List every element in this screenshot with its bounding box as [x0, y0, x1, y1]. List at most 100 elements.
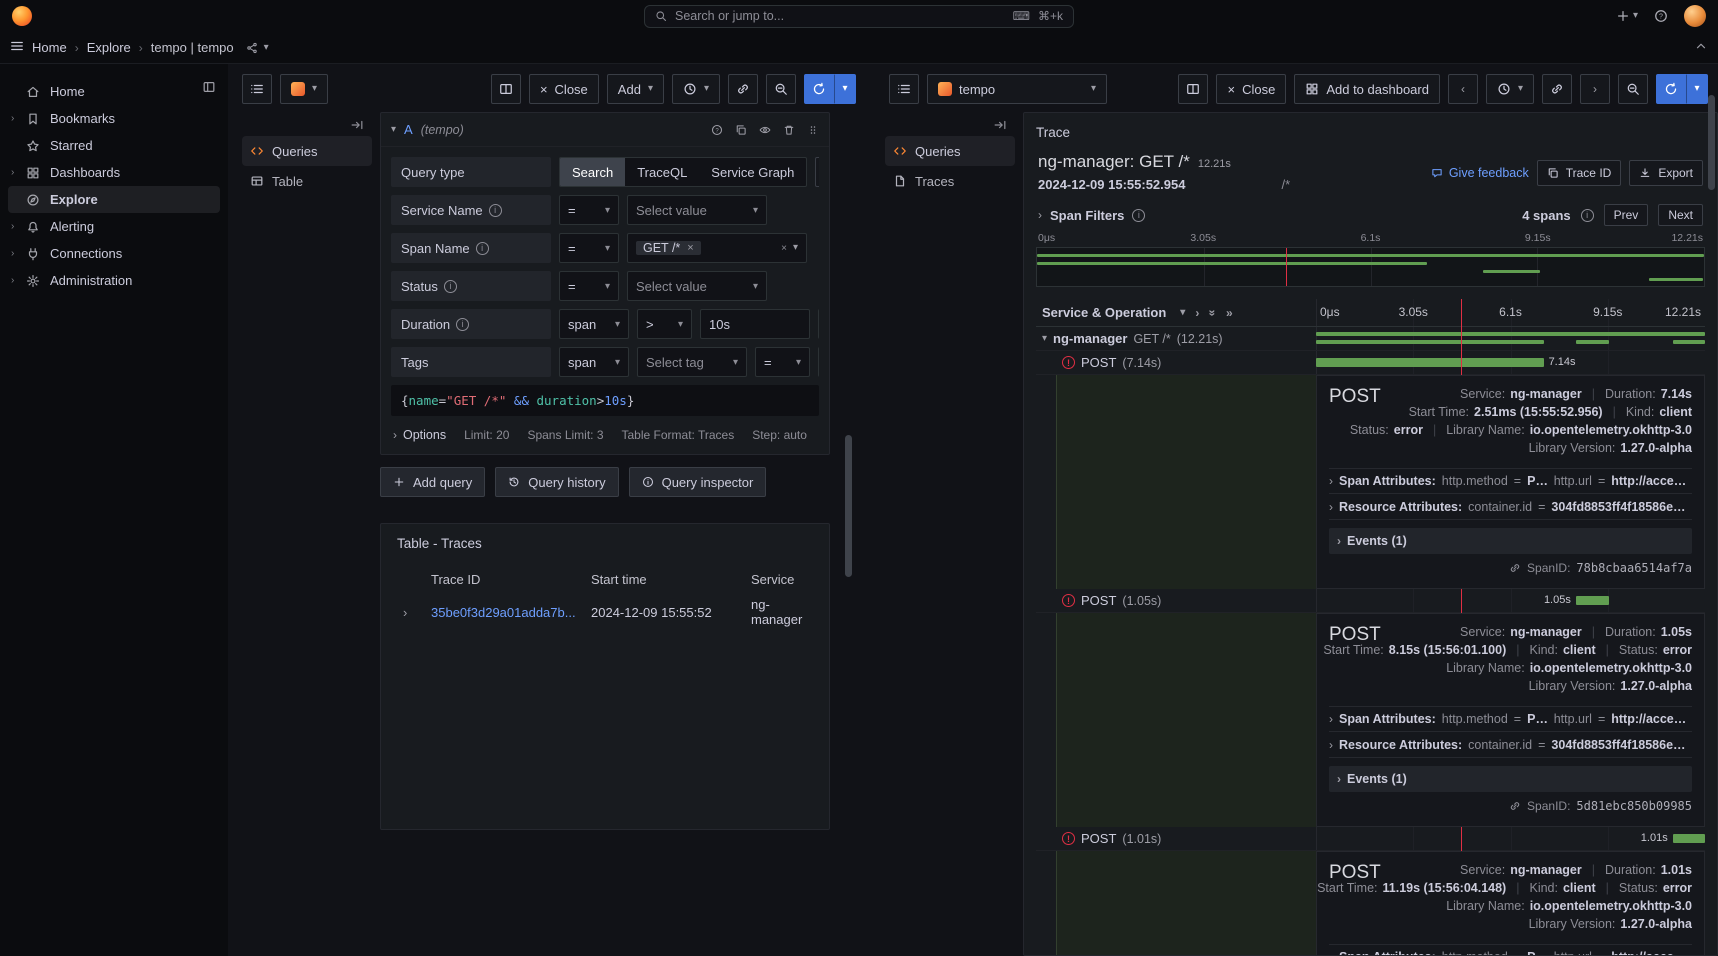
drag-handle-icon[interactable] — [807, 124, 819, 136]
prev-span-button[interactable]: Prev — [1604, 204, 1649, 226]
duration-value-input[interactable]: 10s — [700, 309, 810, 339]
query-history-button[interactable]: Query history — [495, 467, 618, 497]
breadcrumb-home[interactable]: Home — [32, 40, 67, 55]
datasource-picker[interactable]: ▾ — [280, 74, 328, 104]
outline-item-table[interactable]: Table — [242, 166, 372, 196]
close-pane-button[interactable]: × Close — [529, 74, 599, 104]
add-to-dashboard-button[interactable]: Add to dashboard — [1294, 74, 1440, 104]
status-value-select[interactable]: Select value▾ — [627, 271, 767, 301]
chevron-right-icon[interactable]: › — [11, 248, 14, 259]
chevron-right-icon[interactable]: › — [1195, 306, 1199, 320]
row-expander-icon[interactable]: › — [397, 600, 431, 625]
time-picker-button[interactable]: ▾ — [1486, 74, 1534, 104]
tab-service-graph[interactable]: Service Graph — [699, 158, 806, 186]
breadcrumb-explore[interactable]: Explore — [87, 40, 131, 55]
tags-value-select[interactable]: Select va — [818, 347, 819, 377]
span-row[interactable]: ! POST (1.01s) 1.01s — [1036, 827, 1705, 851]
trace-id-button[interactable]: Trace ID — [1537, 160, 1622, 186]
chevron-right-icon[interactable]: › — [11, 113, 14, 124]
close-pane-button[interactable]: × Close — [1216, 74, 1286, 104]
duration-max-operator-select[interactable]: < — [818, 309, 819, 339]
remove-query-trash-icon[interactable] — [783, 124, 795, 136]
run-query-interval-button[interactable]: ▾ — [834, 74, 856, 104]
tags-operator-select[interactable]: =▾ — [755, 347, 810, 377]
grafana-logo-icon[interactable] — [12, 6, 32, 26]
span-name-operator-select[interactable]: =▾ — [559, 233, 619, 263]
time-shift-back-button[interactable]: ‹ — [1448, 74, 1478, 104]
span-row[interactable]: ! POST (7.14s) 7.14s — [1036, 351, 1705, 375]
add-button[interactable]: Add ▾ — [607, 74, 664, 104]
outline-item-queries[interactable]: Queries — [885, 136, 1015, 166]
tags-scope-select[interactable]: span▾ — [559, 347, 629, 377]
trace-minimap[interactable]: 0μs 3.05s 6.1s 9.15s 12.21s — [1036, 232, 1705, 287]
tab-search[interactable]: Search — [560, 158, 625, 186]
sidebar-item-home[interactable]: Home — [8, 78, 220, 105]
tags-key-select[interactable]: Select tag▾ — [637, 347, 747, 377]
sidebar-item-alerting[interactable]: › Alerting — [8, 213, 220, 240]
double-chevron-right-icon[interactable]: » — [1226, 306, 1233, 320]
split-view-button[interactable] — [1178, 74, 1208, 104]
chevron-down-icon[interactable]: ▾ — [1042, 334, 1047, 344]
span-bar[interactable] — [1576, 596, 1609, 605]
chevron-right-icon[interactable]: › — [11, 275, 14, 286]
copy-link-button[interactable] — [728, 74, 758, 104]
dock-menu-button[interactable] — [202, 80, 216, 97]
span-attributes-row[interactable]: › Span Attributes: http.method=POST http… — [1329, 706, 1692, 732]
tab-traceql[interactable]: TraceQL — [625, 158, 699, 186]
share-icon[interactable] — [246, 42, 258, 54]
chevron-right-icon[interactable]: › — [1038, 208, 1042, 222]
sidebar-item-administration[interactable]: › Administration — [8, 267, 220, 294]
sidebar-item-starred[interactable]: Starred — [8, 132, 220, 159]
zoom-out-button[interactable] — [1618, 74, 1648, 104]
span-name-value-select[interactable]: GET /*× × ▾ — [627, 233, 807, 263]
zoom-out-button[interactable] — [766, 74, 796, 104]
pane-scrollbar-thumb[interactable] — [845, 435, 852, 577]
chevron-right-icon[interactable]: › — [11, 167, 14, 178]
query-help-icon[interactable]: ? — [711, 124, 723, 136]
status-operator-select[interactable]: =▾ — [559, 271, 619, 301]
span-row[interactable]: ! POST (1.05s) 1.05s — [1036, 589, 1705, 613]
trace-id-link[interactable]: 35be0f3d29a01adda7b... — [431, 600, 591, 625]
chevron-right-icon[interactable]: › — [11, 221, 14, 232]
time-picker-button[interactable]: ▾ — [672, 74, 720, 104]
span-bar[interactable] — [1316, 358, 1544, 367]
column-header-start-time[interactable]: Start time — [591, 567, 751, 592]
content-outline-toggle[interactable] — [242, 74, 272, 104]
chevron-down-icon[interactable]: ▾ — [391, 125, 396, 135]
remove-value-icon[interactable]: × — [687, 242, 693, 254]
clear-all-icon[interactable]: × — [781, 243, 787, 254]
column-header-trace-id[interactable]: Trace ID — [431, 567, 591, 592]
link-icon[interactable] — [1509, 562, 1521, 574]
span-filters-label[interactable]: Span Filters — [1050, 208, 1124, 223]
run-query-interval-button[interactable]: ▾ — [1686, 74, 1708, 104]
sidebar-item-connections[interactable]: › Connections — [8, 240, 220, 267]
export-button[interactable]: Export — [1629, 160, 1703, 186]
mega-menu-toggle[interactable] — [10, 39, 24, 56]
duplicate-query-icon[interactable] — [735, 124, 747, 136]
help-button[interactable]: ? — [1654, 9, 1668, 23]
copy-link-button[interactable] — [1542, 74, 1572, 104]
duration-scope-select[interactable]: span▾ — [559, 309, 629, 339]
service-name-operator-select[interactable]: =▾ — [559, 195, 619, 225]
search-input[interactable] — [675, 9, 1005, 23]
duration-operator-select[interactable]: >▾ — [637, 309, 692, 339]
run-query-button[interactable] — [804, 74, 834, 104]
resource-attributes-row[interactable]: › Resource Attributes: container.id=304f… — [1329, 494, 1692, 520]
service-name-value-select[interactable]: Select value▾ — [627, 195, 767, 225]
span-bar[interactable] — [1316, 332, 1705, 336]
span-attributes-row[interactable]: › Span Attributes: http.method=POST http… — [1329, 468, 1692, 494]
chevron-down-icon[interactable]: ▾ — [264, 43, 269, 53]
link-icon[interactable] — [1509, 800, 1521, 812]
sidebar-item-dashboards[interactable]: › Dashboards — [8, 159, 220, 186]
query-options-row[interactable]: ›Options Limit: 20 Spans Limit: 3 Table … — [391, 426, 819, 444]
search-box[interactable]: ⌨ ⌘+k — [644, 5, 1074, 28]
query-inspector-button[interactable]: Query inspector — [629, 467, 767, 497]
user-avatar[interactable] — [1684, 5, 1706, 27]
time-shift-forward-button[interactable]: › — [1580, 74, 1610, 104]
add-query-button[interactable]: Add query — [380, 467, 485, 497]
selected-value-chip[interactable]: GET /*× — [636, 241, 701, 255]
column-header-service[interactable]: Service — [751, 567, 813, 592]
span-bar[interactable] — [1673, 834, 1705, 843]
sidebar-item-bookmarks[interactable]: › Bookmarks — [8, 105, 220, 132]
import-trace-button[interactable]: Import trace — [815, 157, 819, 187]
